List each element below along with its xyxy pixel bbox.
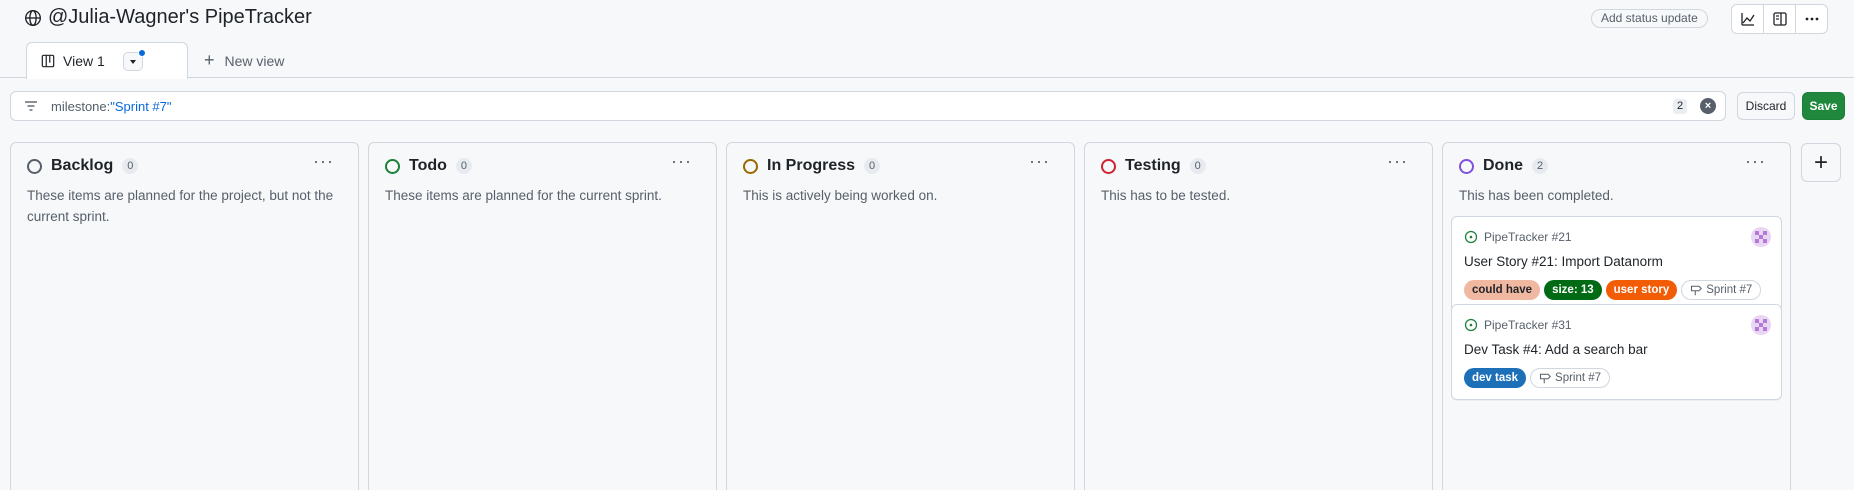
column-count: 0 <box>864 158 881 174</box>
column-menu-icon[interactable]: ··· <box>1745 151 1766 172</box>
column-menu-icon[interactable]: ··· <box>1029 151 1050 172</box>
milestone-icon <box>1691 285 1703 296</box>
assignee-avatar[interactable] <box>1751 315 1771 335</box>
column-count: 0 <box>1189 158 1206 174</box>
new-view-button[interactable]: + New view <box>198 42 290 79</box>
card-repo: PipeTracker #21 <box>1464 230 1572 244</box>
column-description: These items are planned for the project,… <box>27 188 334 224</box>
column-todo: Todo 0 ··· These items are planned for t… <box>368 142 717 490</box>
column-count: 0 <box>122 158 139 174</box>
globe-icon <box>25 9 41 26</box>
filter-icon <box>25 101 37 111</box>
status-circle-icon <box>1101 158 1116 174</box>
column-description: This has been completed. <box>1459 188 1614 203</box>
column-name: In Progress <box>767 157 856 174</box>
card-repo-label: PipeTracker #21 <box>1484 230 1572 244</box>
project-header: @Julia-Wagner's PipeTracker Add status u… <box>0 0 1854 79</box>
issue-card[interactable]: PipeTracker #21 User Story #21: Import D… <box>1451 216 1782 312</box>
column-header: Backlog 0 <box>27 157 139 175</box>
unsaved-changes-dot <box>138 49 146 57</box>
milestone-icon <box>1540 373 1552 384</box>
more-options-button[interactable] <box>1796 5 1827 33</box>
filter-query: milestone:"Sprint #7" <box>51 99 172 114</box>
project-title: @Julia-Wagner's PipeTracker <box>48 6 312 28</box>
column-name: Backlog <box>51 157 114 174</box>
header-actions <box>1731 4 1828 34</box>
milestone-badge[interactable]: Sprint #7 <box>1530 368 1611 388</box>
insights-button[interactable] <box>1732 5 1764 33</box>
status-circle-icon <box>743 158 758 174</box>
tab-view-1[interactable]: View 1 <box>26 42 188 79</box>
column-header: Todo 0 <box>385 157 472 175</box>
column-header: In Progress 0 <box>743 157 881 175</box>
issue-card[interactable]: PipeTracker #31 Dev Task #4: Add a searc… <box>1451 304 1782 400</box>
tab-label: View 1 <box>63 53 105 69</box>
card-repo-label: PipeTracker #31 <box>1484 318 1572 332</box>
column-count: 2 <box>1532 158 1548 174</box>
side-panel-button[interactable] <box>1764 5 1796 33</box>
status-circle-icon <box>27 158 42 174</box>
filter-input[interactable]: milestone:"Sprint #7" 2 × <box>10 91 1726 121</box>
column-header: Done 2 <box>1459 157 1548 175</box>
label-size[interactable]: size: 13 <box>1544 280 1602 300</box>
save-button[interactable]: Save <box>1802 92 1845 120</box>
card-title[interactable]: User Story #21: Import Datanorm <box>1464 254 1663 269</box>
new-view-label: New view <box>224 52 285 69</box>
column-testing: Testing 0 ··· This has to be tested. <box>1084 142 1433 490</box>
column-done: Done 2 ··· This has been completed. Pipe… <box>1442 142 1791 490</box>
column-in-progress: In Progress 0 ··· This is actively being… <box>726 142 1075 490</box>
triangle-down-icon <box>130 59 136 64</box>
milestone-label: Sprint #7 <box>1706 284 1753 296</box>
column-menu-icon[interactable]: ··· <box>313 151 334 172</box>
card-labels: dev task Sprint #7 <box>1464 368 1611 388</box>
side-panel-icon <box>1772 12 1787 26</box>
discard-button[interactable]: Discard <box>1737 92 1795 120</box>
column-menu-icon[interactable]: ··· <box>671 151 692 172</box>
status-circle-icon <box>385 158 400 174</box>
column-menu-icon[interactable]: ··· <box>1387 151 1408 172</box>
filter-key: milestone: <box>51 98 111 114</box>
column-name: Todo <box>409 157 447 174</box>
add-column-button[interactable]: + <box>1801 143 1841 182</box>
issue-opened-icon <box>1464 318 1478 332</box>
card-repo: PipeTracker #31 <box>1464 318 1572 332</box>
view-tabs: View 1 + New view <box>26 41 290 79</box>
issue-opened-icon <box>1464 230 1478 244</box>
column-backlog: Backlog 0 ··· These items are planned fo… <box>10 142 359 490</box>
label-could-have[interactable]: could have <box>1464 280 1541 300</box>
column-name: Testing <box>1125 157 1181 174</box>
kebab-menu-icon <box>1805 17 1818 21</box>
card-labels: could have size: 13 user story Sprint #7 <box>1464 280 1762 300</box>
title-row: @Julia-Wagner's PipeTracker <box>24 6 312 29</box>
status-circle-icon <box>1459 158 1474 174</box>
chart-icon <box>1740 13 1755 26</box>
board-icon <box>41 54 55 68</box>
filter-value: "Sprint #7" <box>110 98 172 114</box>
assignee-avatar[interactable] <box>1751 227 1771 247</box>
plus-icon: + <box>204 50 215 70</box>
clear-filter-icon[interactable]: × <box>1700 98 1716 114</box>
column-description: This has to be tested. <box>1101 188 1231 203</box>
milestone-badge[interactable]: Sprint #7 <box>1681 280 1762 300</box>
label-user-story[interactable]: user story <box>1605 280 1678 300</box>
column-name: Done <box>1483 157 1523 174</box>
column-description: This is actively being worked on. <box>743 188 938 203</box>
column-header: Testing 0 <box>1101 157 1206 175</box>
filter-result-count: 2 <box>1673 99 1687 114</box>
add-status-update-button[interactable]: Add status update <box>1591 9 1708 28</box>
column-count: 0 <box>455 158 472 174</box>
milestone-label: Sprint #7 <box>1555 372 1602 384</box>
label-dev-task[interactable]: dev task <box>1464 368 1527 388</box>
card-title[interactable]: Dev Task #4: Add a search bar <box>1464 342 1648 357</box>
column-description: These items are planned for the current … <box>385 188 662 203</box>
